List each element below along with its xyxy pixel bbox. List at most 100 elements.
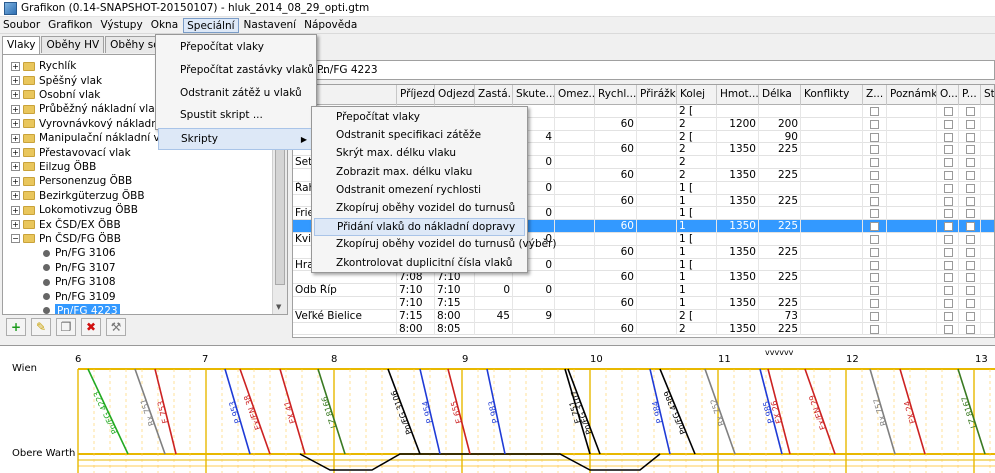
menu-nápověda[interactable]: Nápověda (301, 18, 360, 33)
train-label[interactable]: Ex/EN 38 (242, 394, 263, 431)
table-cell[interactable]: 60 (595, 194, 637, 208)
row-checkbox[interactable] (870, 235, 879, 244)
table-cell[interactable] (555, 309, 595, 323)
tree-node[interactable]: + Personenzug ÖBB (11, 174, 132, 188)
table-cell[interactable]: 225 (759, 322, 801, 336)
table-cell[interactable] (513, 297, 555, 310)
table-cell[interactable]: 60 (595, 271, 637, 285)
tree-node[interactable]: + Průběžný nákladní vlak (11, 102, 161, 116)
row-checkbox[interactable] (966, 286, 975, 296)
row-checkbox[interactable] (870, 260, 879, 270)
row-checkbox[interactable] (966, 299, 975, 308)
table-cell[interactable]: 60 (595, 169, 637, 182)
table-cell[interactable] (555, 194, 595, 208)
table-cell[interactable] (717, 105, 759, 118)
table-cell[interactable] (637, 258, 677, 272)
table-cell[interactable] (475, 271, 513, 285)
table-cell[interactable]: 225 (759, 271, 801, 285)
table-cell[interactable]: 60 (595, 117, 637, 131)
table-cell[interactable] (717, 284, 759, 297)
train-label[interactable]: LZ 8166 (320, 395, 339, 429)
table-cell[interactable]: 7:10 (397, 297, 435, 310)
row-checkbox[interactable] (870, 299, 879, 308)
train-label[interactable]: Rx 751 (139, 398, 157, 428)
train-label[interactable]: E 753 (156, 400, 170, 424)
add-button[interactable]: + (6, 318, 26, 336)
row-checkbox[interactable] (966, 107, 975, 116)
table-cell[interactable]: 1 [ (677, 258, 717, 272)
train-label[interactable]: EX 41 (283, 400, 298, 425)
scroll-down-icon[interactable]: ▼ (276, 303, 281, 311)
expand-icon[interactable]: + (11, 162, 20, 172)
special-menu-item[interactable]: Přepočítat vlaky (158, 37, 314, 59)
table-cell[interactable]: 1350 (717, 245, 759, 259)
row-checkbox[interactable] (870, 132, 879, 142)
row-checkbox[interactable] (944, 299, 953, 308)
row-checkbox[interactable] (870, 119, 879, 129)
row-checkbox[interactable] (944, 183, 953, 193)
train-label[interactable]: Pn/FG 4223 (92, 390, 120, 436)
table-cell[interactable]: 1 [ (677, 207, 717, 221)
table-cell[interactable]: 60 (595, 297, 637, 310)
column-header[interactable]: Hmot... (717, 85, 759, 105)
column-header[interactable]: Z... (863, 85, 887, 105)
train-label[interactable]: LZ 8167 (960, 395, 979, 429)
table-cell[interactable]: 2 (677, 117, 717, 131)
row-checkbox[interactable] (966, 196, 975, 206)
row-checkbox[interactable] (944, 107, 953, 116)
row-checkbox[interactable] (944, 324, 953, 334)
train-label[interactable]: Rx 757 (872, 397, 889, 427)
tree-node[interactable]: + Eilzug ÖBB (11, 160, 96, 174)
script-menu-item[interactable]: Skrýt max. délku vlaku (314, 145, 525, 163)
table-row[interactable]: Veľké Bielice 7:15 8:00 45 9 2 [73 (293, 309, 994, 323)
table-cell[interactable]: 225 (759, 245, 801, 259)
table-cell[interactable] (637, 284, 677, 297)
graph-canvas[interactable]: Wien Obere Warth 6 7 8 9 10 11 12 13 vvvvvv Pn/FG 4… (0, 346, 995, 473)
expand-icon[interactable]: + (11, 61, 20, 71)
script-menu-item[interactable]: Zkopíruj oběhy vozidel do turnusů (314, 200, 525, 218)
row-checkbox[interactable] (944, 247, 953, 257)
table-cell[interactable]: 60 (595, 322, 637, 336)
table-cell[interactable] (759, 258, 801, 272)
script-menu-item[interactable]: Odstranit omezení rychlosti (314, 182, 525, 200)
row-checkbox[interactable] (966, 119, 975, 129)
table-cell[interactable]: 1 [ (677, 181, 717, 195)
table-cell[interactable] (637, 156, 677, 169)
table-cell[interactable]: 2 (677, 143, 717, 157)
row-checkbox[interactable] (966, 209, 975, 219)
script-menu-item[interactable]: Přepočítat vlaky (314, 109, 525, 127)
special-menu-item[interactable]: Spustit skript ... (158, 105, 314, 127)
tree-node[interactable]: Pn/FG 3107 (43, 261, 116, 275)
delete-button[interactable]: ✖ (81, 318, 101, 336)
table-cell[interactable]: 1350 (717, 322, 759, 336)
table-cell[interactable]: 60 (595, 245, 637, 259)
table-cell[interactable]: Odb Říp (293, 284, 397, 297)
column-header[interactable]: Rychl... (595, 85, 637, 105)
table-cell[interactable]: 2 (677, 156, 717, 169)
row-checkbox[interactable] (966, 222, 975, 232)
table-cell[interactable] (759, 105, 801, 118)
row-checkbox[interactable] (870, 209, 879, 219)
row-checkbox[interactable] (944, 235, 953, 244)
table-cell[interactable]: 225 (759, 194, 801, 208)
expand-icon[interactable]: + (11, 191, 20, 201)
table-cell[interactable] (637, 309, 677, 323)
table-cell[interactable] (555, 181, 595, 195)
table-cell[interactable]: 200 (759, 117, 801, 131)
table-cell[interactable]: 7:08 (397, 271, 435, 285)
table-cell[interactable]: 0 (513, 284, 555, 297)
row-checkbox[interactable] (870, 183, 879, 193)
table-cell[interactable] (759, 284, 801, 297)
row-checkbox[interactable] (966, 324, 975, 334)
table-cell[interactable] (555, 245, 595, 259)
tree-node[interactable]: + Lokomotivzug ÖBB (11, 203, 138, 217)
tree-node[interactable]: Pn/FG 3109 (43, 289, 116, 303)
table-cell[interactable] (759, 233, 801, 246)
table-cell[interactable] (555, 220, 595, 233)
row-checkbox[interactable] (966, 158, 975, 168)
table-cell[interactable] (555, 207, 595, 221)
column-header[interactable]: Poznámka (887, 85, 937, 105)
script-menu-item[interactable]: Zobrazit max. délku vlaku (314, 164, 525, 182)
table-cell[interactable] (637, 105, 677, 118)
column-header[interactable]: P... (959, 85, 981, 105)
